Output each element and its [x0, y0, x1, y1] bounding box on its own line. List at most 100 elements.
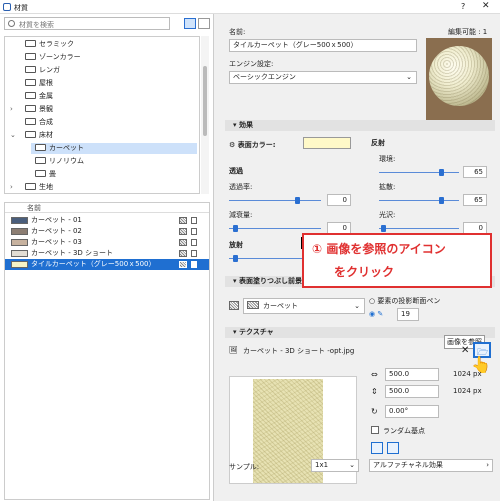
texture-file-icon: [191, 261, 197, 268]
tree-item-label: 景観: [39, 105, 53, 113]
tree-item[interactable]: › 生地: [10, 182, 197, 193]
section-effects[interactable]: ▾ 効果: [225, 120, 495, 131]
fill-pattern-icon: [179, 261, 187, 268]
engine-value: ベーシックエンジン: [233, 73, 296, 81]
list-header-name[interactable]: 名前: [5, 203, 209, 213]
tree-item[interactable]: リノリウム: [31, 156, 197, 167]
chevron-right-icon[interactable]: ›: [10, 182, 13, 193]
tree-item[interactable]: カーペット: [31, 143, 197, 154]
material-name: カーペット - 01: [31, 216, 82, 224]
specular-knob[interactable]: [381, 225, 386, 232]
edit-status: 編集可能 : 1: [448, 28, 488, 36]
material-swatch: [11, 217, 28, 224]
engine-dropdown[interactable]: ベーシックエンジン ⌄: [229, 71, 417, 84]
texture-file-icon: [191, 250, 197, 257]
chevron-right-icon: ›: [486, 461, 489, 469]
diffuse-input[interactable]: 65: [463, 194, 487, 206]
name-label: 名前:: [229, 28, 246, 36]
material-name: カーペット - 03: [31, 238, 82, 246]
fill-dropdown[interactable]: カーペット ⌄: [243, 298, 365, 314]
tree-item-label: 合成: [39, 118, 53, 126]
attenuation-slider[interactable]: [229, 228, 321, 229]
list-item[interactable]: カーペット - 03: [5, 237, 209, 248]
ambient-slider[interactable]: [379, 172, 459, 173]
attenuation-knob[interactable]: [233, 225, 238, 232]
fill-swatch-icon: [247, 301, 259, 309]
scroll-thumb[interactable]: [203, 66, 207, 136]
attenuation-label: 減衰量:: [229, 211, 253, 219]
surface-color-label: ⚙ 表面カラー:: [229, 141, 276, 149]
list-item[interactable]: カーペット - 01: [5, 215, 209, 226]
tree-view-button[interactable]: [184, 18, 196, 29]
tree-item[interactable]: 金属: [21, 91, 197, 102]
height-input[interactable]: 500.0: [385, 385, 439, 398]
random-origin-checkbox[interactable]: [371, 426, 379, 434]
folder-icon: [35, 157, 46, 164]
pen-number-input[interactable]: 19: [397, 308, 419, 321]
tree-item[interactable]: 畳: [31, 169, 197, 180]
preview-sphere: [429, 46, 489, 106]
chevron-down-icon: ⌄: [354, 302, 360, 310]
transmittance-input[interactable]: 0: [327, 194, 351, 206]
list-item[interactable]: カーペット - 3D ショート: [5, 248, 209, 259]
fill-pen-radio[interactable]: ○ 要素の投影断面ペン: [369, 296, 440, 306]
name-field[interactable]: タイルカーペット（グレー500ｘ500）: [229, 39, 417, 52]
chevron-right-icon[interactable]: ›: [10, 104, 13, 115]
tree-item[interactable]: レンガ: [21, 65, 197, 76]
list-view-button[interactable]: [198, 18, 210, 29]
folder-icon: [35, 170, 46, 177]
mirror-y-button[interactable]: [387, 442, 399, 454]
specular-slider[interactable]: [379, 228, 459, 229]
diffuse-slider[interactable]: [379, 200, 459, 201]
transmittance-knob[interactable]: [295, 197, 300, 204]
tree-item[interactable]: セラミック: [21, 39, 197, 50]
help-button[interactable]: ?: [461, 2, 465, 11]
remove-texture-button[interactable]: ✕: [461, 345, 469, 356]
sample-dropdown[interactable]: 1x1 ⌄: [311, 459, 359, 472]
alpha-dropdown[interactable]: アルファチャネル効果 ›: [369, 459, 493, 472]
emission-knob[interactable]: [233, 255, 238, 262]
pen-radio[interactable]: ◉ ✎: [369, 310, 383, 318]
tree-item-label: リノリウム: [49, 157, 84, 165]
material-preview: [426, 38, 492, 126]
tree-item[interactable]: › 景観: [10, 104, 197, 115]
ambient-input[interactable]: 65: [463, 166, 487, 178]
app-logo-icon: [3, 3, 11, 11]
surface-color-swatch[interactable]: [303, 137, 351, 149]
mirror-x-button[interactable]: [371, 442, 383, 454]
reflection-label: 反射: [371, 139, 385, 147]
title-bar: 材質 ? ✕: [0, 0, 500, 14]
fill-radio-label: 要素の投影断面ペン: [377, 297, 441, 305]
chevron-down-icon[interactable]: ⌄: [10, 130, 16, 141]
ambient-knob[interactable]: [439, 169, 444, 176]
tree-item[interactable]: ゾーンカラー: [21, 52, 197, 63]
width-input[interactable]: 500.0: [385, 368, 439, 381]
tree-item[interactable]: ⌄ 床材: [10, 130, 197, 141]
close-button[interactable]: ✕: [482, 1, 490, 11]
rotation-icon: ↻: [371, 407, 378, 416]
height-px: 1024 px: [453, 387, 482, 395]
ambient-label: 環境:: [379, 155, 396, 163]
fill-pattern-icon: [179, 239, 187, 246]
tree-scrollbar[interactable]: [201, 36, 209, 194]
transmittance-slider[interactable]: [229, 200, 321, 201]
list-item[interactable]: カーペット - 02: [5, 226, 209, 237]
folder-icon: [25, 131, 36, 138]
transparency-label: 透過: [229, 167, 243, 175]
folder-icon: [25, 79, 36, 86]
folder-icon: [25, 40, 36, 47]
transmittance-label: 透過率:: [229, 183, 253, 191]
tree-item-label: レンガ: [39, 66, 60, 74]
diffuse-label: 拡散:: [379, 183, 396, 191]
list-item[interactable]: タイルカーペット（グレー500ｘ500）: [5, 259, 209, 270]
specular-label: 光沢:: [379, 211, 396, 219]
texture-file-icon: [191, 217, 197, 224]
callout-line-1: ① 画像を参照のアイコン: [312, 242, 446, 256]
diffuse-knob[interactable]: [439, 197, 444, 204]
search-input[interactable]: 材質を検索: [4, 17, 170, 30]
tree-item-label: セラミック: [39, 40, 74, 48]
tree-item[interactable]: 屋根: [21, 78, 197, 89]
tree-item[interactable]: 合成: [21, 117, 197, 128]
alpha-value: アルファチャネル効果: [373, 461, 443, 469]
rotation-input[interactable]: 0.00°: [385, 405, 439, 418]
